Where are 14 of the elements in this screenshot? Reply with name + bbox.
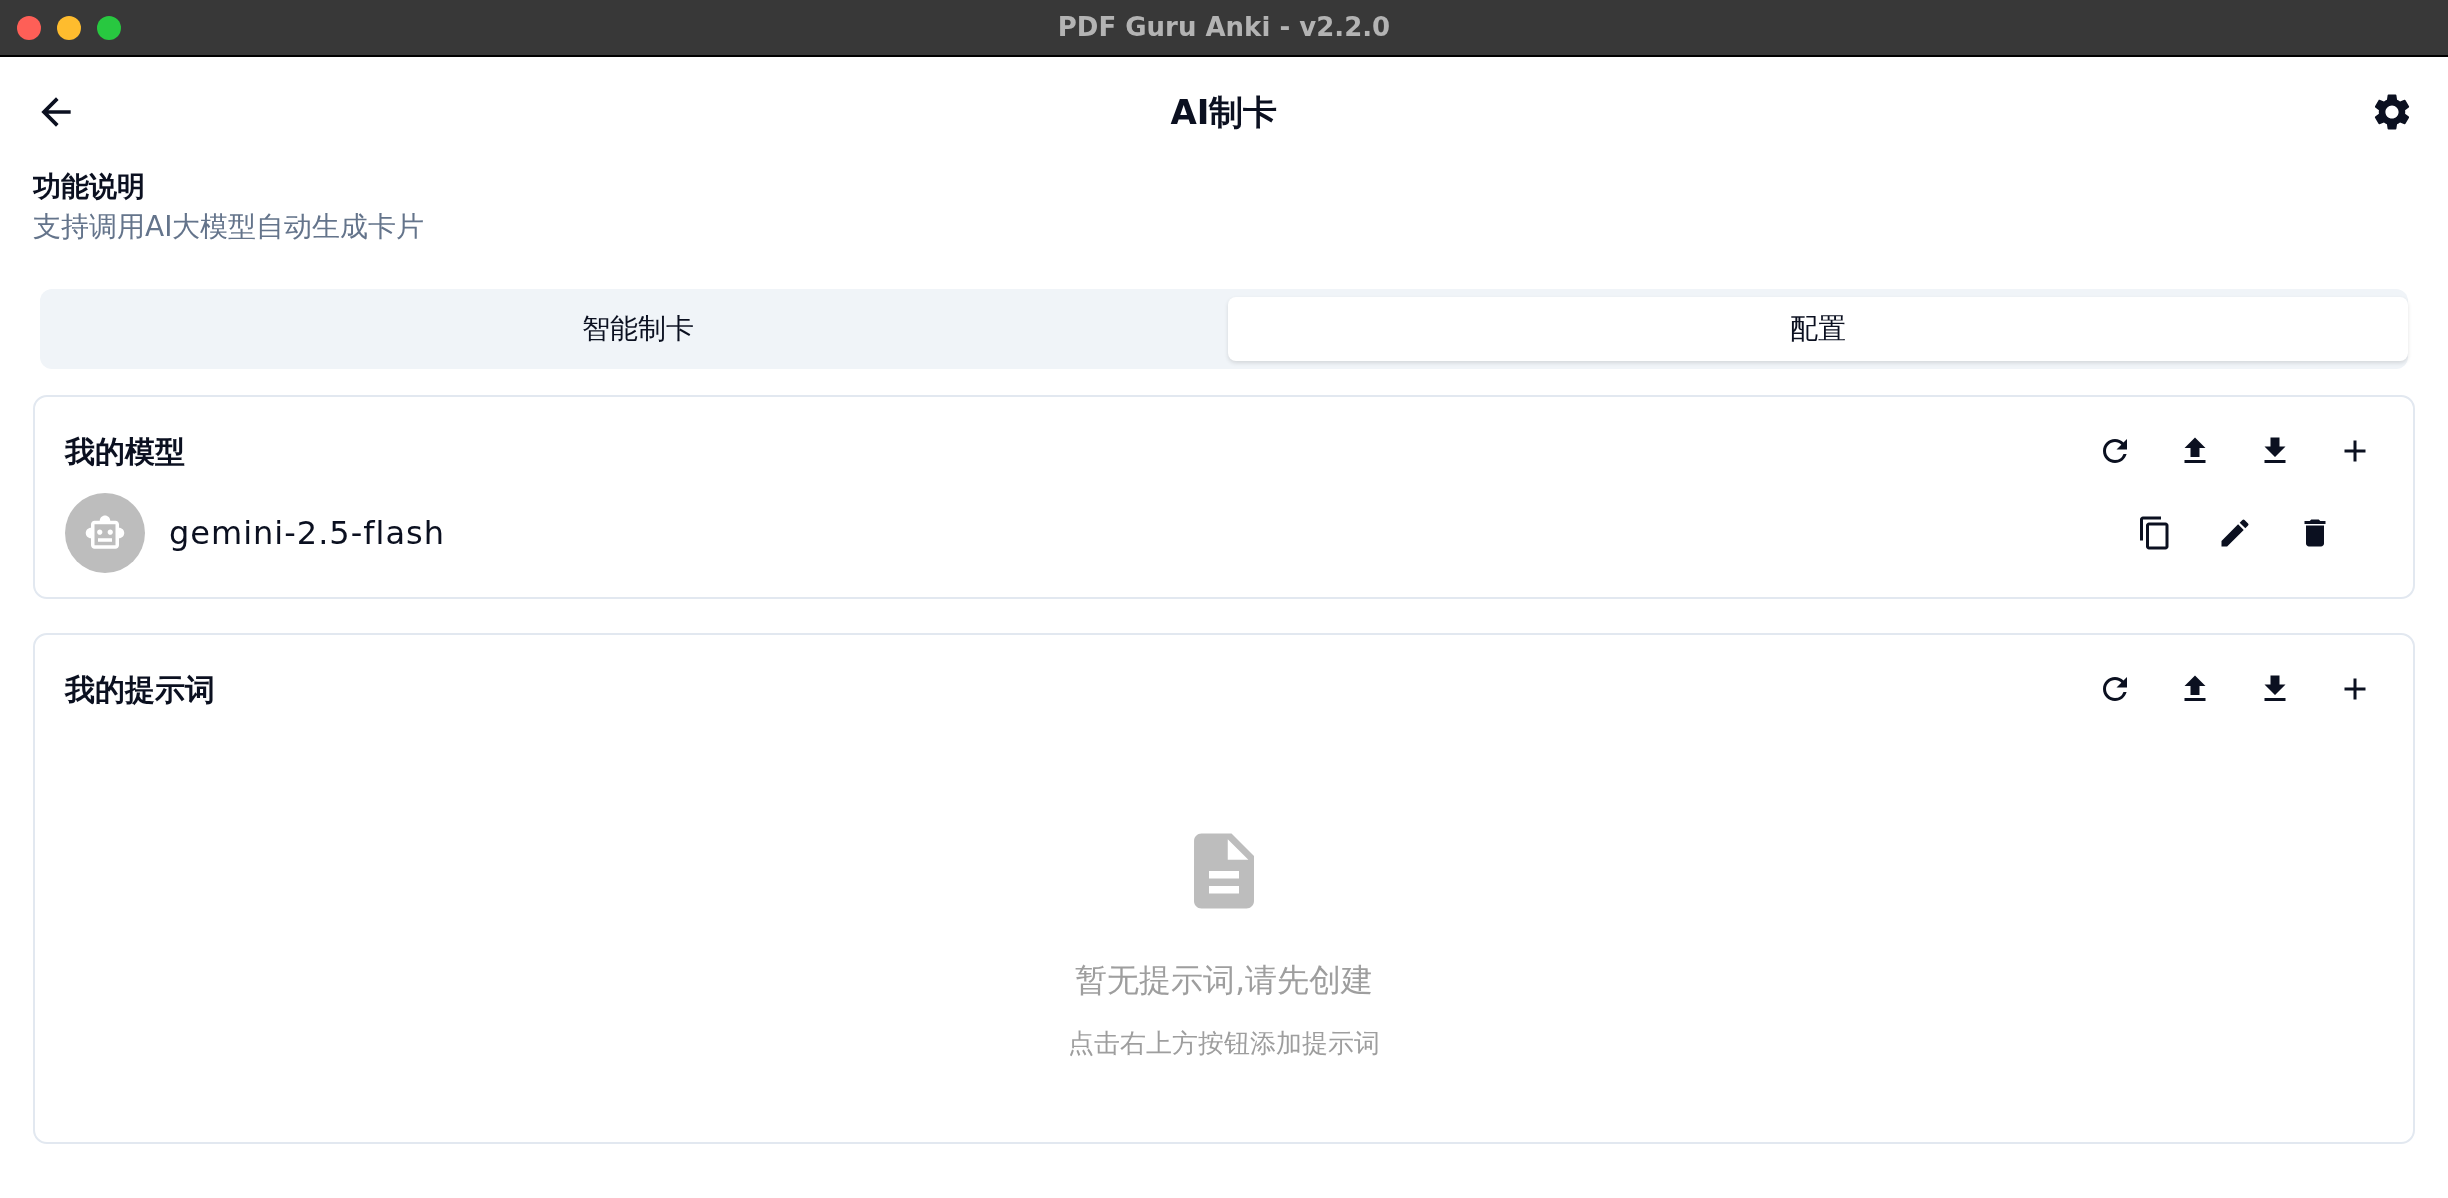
close-window-button[interactable] <box>17 15 41 40</box>
maximize-window-button[interactable] <box>97 15 121 40</box>
model-name: gemini-2.5-flash <box>169 513 445 554</box>
card-title: 我的模型 <box>65 432 185 471</box>
page-title: AI制卡 <box>1170 90 1278 134</box>
empty-title: 暂无提示词,请先创建 <box>1074 960 1374 1001</box>
description-text: 支持调用AI大模型自动生成卡片 <box>33 209 426 245</box>
section-label: 功能说明 <box>33 169 146 205</box>
empty-hint: 点击右上方按钮添加提示词 <box>1068 1027 1380 1060</box>
tab[interactable]: 智能制卡 <box>48 297 1228 361</box>
tab[interactable]: 配置 <box>1228 297 2408 361</box>
window-title: PDF Guru Anki - v2.2.0 <box>1057 11 1391 44</box>
card-title: 我的提示词 <box>65 670 215 709</box>
minimize-window-button[interactable] <box>57 15 81 40</box>
